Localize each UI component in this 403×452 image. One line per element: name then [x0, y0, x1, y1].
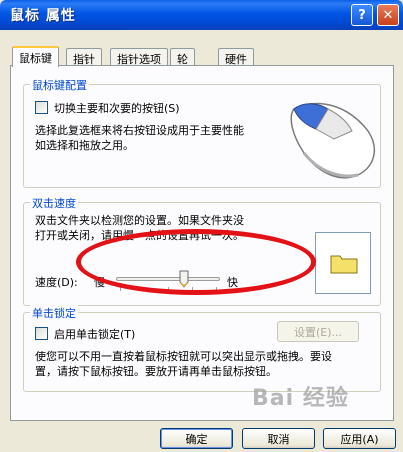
click-lock-label[interactable]: 启用单击锁定(T)	[54, 326, 135, 342]
title-bar[interactable]: 鼠标 属性 ? ✕	[0, 0, 403, 30]
help-button[interactable]: ?	[351, 4, 373, 26]
test-folder[interactable]	[315, 232, 371, 294]
ok-button[interactable]: 确定	[160, 428, 233, 449]
tab-pointer-options[interactable]: 指针选项	[110, 48, 168, 66]
button-config-title: 鼠标键配置	[30, 77, 89, 93]
button-config-description-1: 选择此复选框来将右按钮设成用于主要性能	[35, 124, 244, 137]
apply-button[interactable]: 应用(A)	[323, 428, 396, 449]
help-icon: ?	[358, 7, 366, 23]
watermark-logo: Bai 经验	[252, 386, 349, 411]
switch-buttons-label[interactable]: 切换主要和次要的按钮(S)	[54, 100, 180, 116]
switch-buttons-checkbox[interactable]	[35, 101, 48, 114]
speed-label: 速度(D):	[35, 276, 78, 289]
click-lock-description-2: 置，请按下鼠标按钮。要放开请再单击鼠标按钮。	[35, 365, 277, 378]
tab-hardware[interactable]: 硬件	[218, 48, 254, 66]
double-click-description-1: 双击文件夹以检测您的设置。如果文件夹没	[35, 214, 244, 227]
close-button[interactable]: ✕	[377, 4, 399, 26]
click-lock-description-1: 使您可以不用一直按着鼠标按钮就可以突出显示或拖拽。要设	[35, 350, 332, 363]
close-icon: ✕	[382, 7, 394, 23]
click-lock-title: 单击锁定	[30, 305, 78, 321]
cancel-button[interactable]: 取消	[242, 428, 315, 449]
tab-buttons[interactable]: 鼠标键	[12, 46, 59, 67]
folder-icon	[330, 255, 358, 274]
tab-wheel[interactable]: 轮	[170, 48, 195, 66]
mouse-icon	[290, 102, 376, 179]
annotation-oval	[76, 229, 316, 295]
click-lock-checkbox[interactable]	[35, 327, 48, 340]
double-click-title: 双击速度	[30, 195, 78, 211]
tab-pointers[interactable]: 指针	[66, 48, 102, 66]
button-config-description-2: 如选择和拖放之用。	[35, 139, 134, 152]
click-lock-settings-button[interactable]: 设置(E)...	[277, 321, 359, 342]
window-title: 鼠标 属性	[10, 8, 76, 24]
button-config-group: 鼠标键配置 切换主要和次要的按钮(S) 选择此复选框来将右按钮设成用于主要性能 …	[23, 77, 381, 188]
